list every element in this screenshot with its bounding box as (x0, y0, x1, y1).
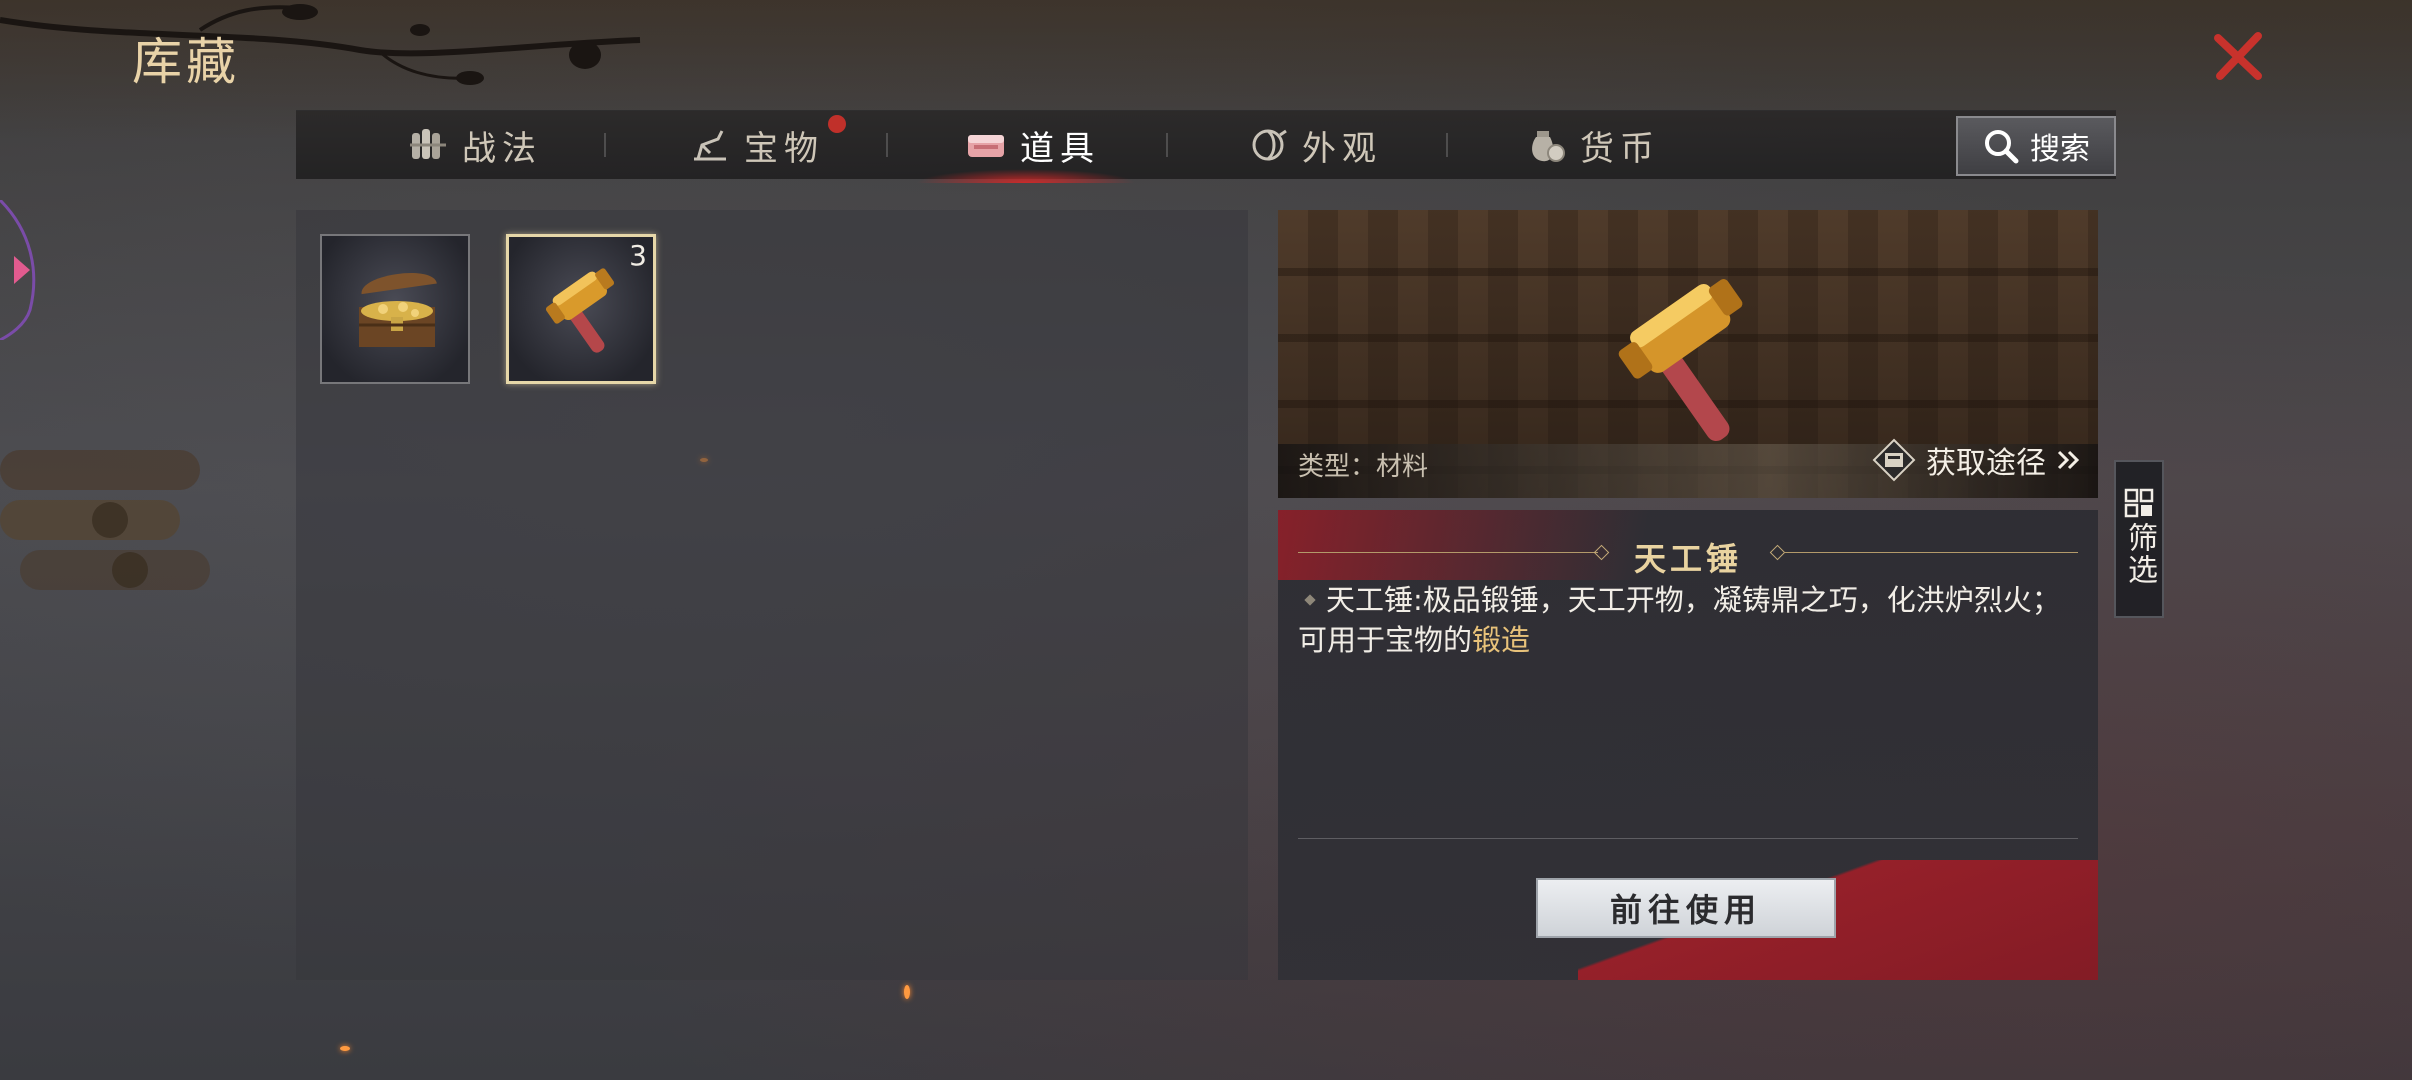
tab-waiguan[interactable]: 外观 (1246, 111, 1382, 179)
double-chevron-right-icon (2057, 450, 2080, 470)
appearance-icon (1252, 129, 1287, 161)
tab-label: 道具 (1020, 128, 1100, 169)
description-highlight: 锻造 (1472, 623, 1531, 657)
ornament-line-right (1784, 552, 2078, 553)
item-description: 天工锤:极品锻锤，天工开物，凝铸鼎之巧，化洪炉烈火；可用于宝物的锻造 (1298, 580, 2078, 660)
source-diamond-icon (1872, 438, 1916, 482)
obtain-label: 获取途径 (1926, 446, 2046, 481)
ember-particle (340, 1046, 350, 1051)
scrolls-decoration (0, 450, 210, 590)
search-button[interactable]: 搜索 (1956, 116, 2116, 176)
bullet-diamond-icon (1304, 594, 1316, 606)
hammer-icon (1618, 279, 1743, 442)
item-count: 3 (629, 239, 647, 272)
treasure-chest-icon (359, 272, 437, 347)
search-label: 搜索 (2030, 132, 2090, 167)
tab-label: 宝物 (744, 128, 824, 169)
description-text: 天工锤:极品锻锤，天工开物，凝铸鼎之巧，化洪炉烈火；可用于宝物的 (1298, 583, 2061, 657)
side-expand-arrow-icon[interactable] (0, 200, 40, 340)
tab-separator (886, 133, 888, 157)
ink-branch-decoration (0, 4, 641, 85)
tab-separator (1166, 133, 1168, 157)
page-title: 库藏 (132, 33, 240, 91)
ember-particle (904, 985, 910, 999)
obtain-source-button[interactable]: 获取途径 (1872, 438, 2082, 482)
inventory-slot-hammer[interactable]: 3 (506, 234, 656, 384)
tab-separator (604, 133, 606, 157)
tab-label: 外观 (1302, 128, 1382, 169)
item-chest-icon (968, 135, 1004, 157)
scroll-bundle-icon (410, 129, 446, 159)
item-preview-panel: 类型：材料 获取途径 (1278, 210, 2098, 498)
filter-button[interactable]: 筛选 (2114, 460, 2164, 618)
notification-badge (828, 115, 846, 133)
coin-bag-icon (1532, 131, 1565, 162)
filter-label: 筛选 (2122, 522, 2157, 586)
category-tab-bar: 战法 宝物 道具 外观 货币 (296, 110, 2116, 183)
hammer-icon (545, 268, 615, 353)
tab-separator (1446, 133, 1448, 157)
grid-icon (2124, 488, 2154, 518)
search-icon (1985, 130, 2019, 164)
treasure-icon (694, 130, 726, 161)
tab-label: 战法 (462, 128, 542, 169)
tab-daoju[interactable]: 道具 (964, 111, 1100, 179)
close-icon[interactable] (2210, 28, 2266, 84)
divider (1298, 838, 2078, 839)
inventory-slot-chest[interactable] (320, 234, 470, 384)
tab-zhanfa[interactable]: 战法 (406, 111, 542, 179)
tab-baowu[interactable]: 宝物 (688, 111, 824, 179)
item-detail-panel: 天工锤 天工锤:极品锻锤，天工开物，凝铸鼎之巧，化洪炉烈火；可用于宝物的锻造 前… (1278, 510, 2098, 980)
item-name: 天工锤 (1633, 540, 1742, 578)
item-name-row: 天工锤 (1298, 534, 2078, 578)
tab-huobi[interactable]: 货币 (1524, 111, 1660, 179)
go-use-button[interactable]: 前往使用 (1536, 878, 1836, 938)
tab-label: 货币 (1580, 128, 1660, 169)
item-type-label: 类型：材料 (1298, 452, 1429, 482)
